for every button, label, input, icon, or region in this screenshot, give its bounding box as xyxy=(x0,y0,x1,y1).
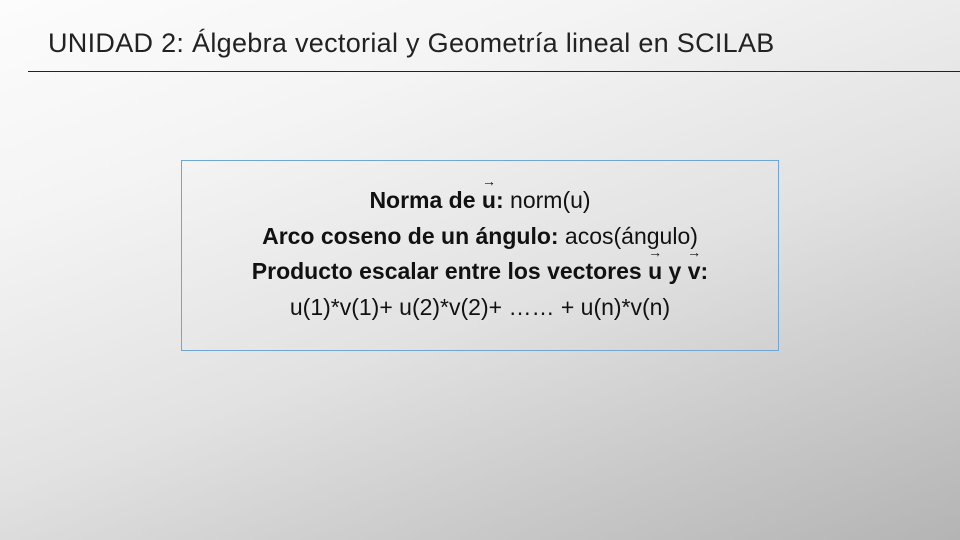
vector-u2-icon: →u xyxy=(648,254,662,290)
vector-u2-letter: u xyxy=(648,258,662,284)
line-dotproduct-expr: u(1)*v(1)+ u(2)*v(2)+ …… + u(n)*v(n) xyxy=(214,290,746,326)
vector-u-letter: u xyxy=(482,187,496,213)
label-dot-suffix: : xyxy=(701,258,709,284)
expr-dotproduct: u(1)*v(1)+ u(2)*v(2)+ …… + u(n)*v(n) xyxy=(290,294,670,320)
slide-heading: UNIDAD 2: Álgebra vectorial y Geometría … xyxy=(48,28,912,71)
heading-title: Álgebra vectorial y Geometría lineal en … xyxy=(184,28,774,58)
label-acos: Arco coseno de un ángulo: xyxy=(262,223,558,249)
line-norma: Norma de →u: norm(u) xyxy=(214,183,746,219)
vector-u-icon: →u xyxy=(482,183,496,219)
line-acos: Arco coseno de un ángulo: acos(ángulo) xyxy=(214,219,746,255)
label-norma-prefix: Norma de xyxy=(369,187,481,213)
code-acos: acos(ángulo) xyxy=(559,223,698,249)
formula-box: Norma de →u: norm(u) Arco coseno de un á… xyxy=(181,160,779,351)
heading-divider xyxy=(28,71,960,72)
content-area: Norma de →u: norm(u) Arco coseno de un á… xyxy=(48,160,912,351)
label-norma-suffix: : xyxy=(496,187,504,213)
label-dot-mid: y xyxy=(662,258,688,284)
line-dotproduct-label: Producto escalar entre los vectores →u y… xyxy=(214,254,746,290)
vector-v-letter: v xyxy=(688,258,701,284)
label-dot-prefix: Producto escalar entre los vectores xyxy=(252,258,648,284)
slide: UNIDAD 2: Álgebra vectorial y Geometría … xyxy=(0,0,960,540)
heading-unit-label: UNIDAD 2: xyxy=(48,28,184,58)
code-norm: norm(u) xyxy=(504,187,591,213)
vector-v-icon: →v xyxy=(688,254,701,290)
